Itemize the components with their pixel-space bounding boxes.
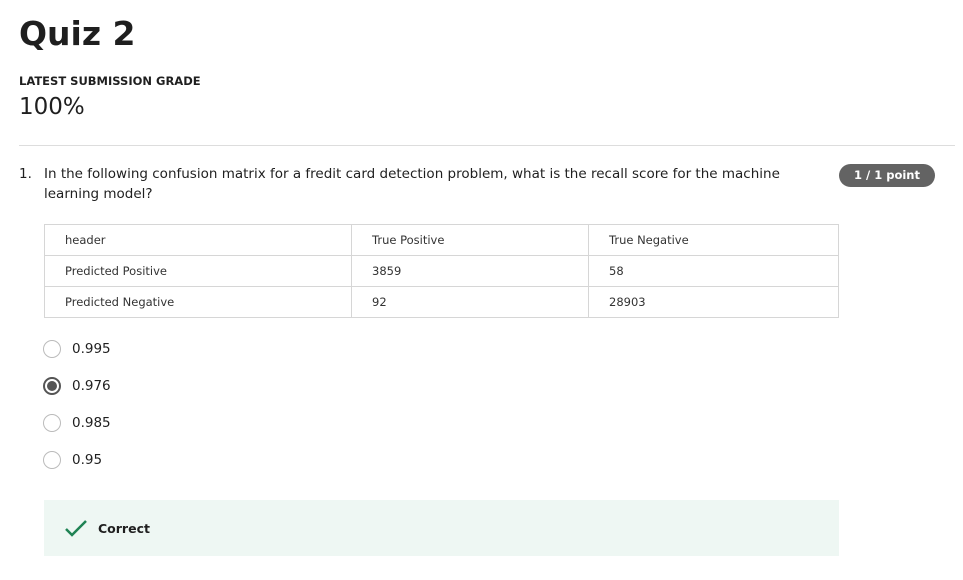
option-2[interactable]: 0.985	[43, 414, 111, 432]
option-1[interactable]: 0.976	[43, 377, 111, 395]
option-label: 0.95	[72, 452, 103, 468]
radio-button[interactable]	[43, 340, 61, 358]
radio-button[interactable]	[43, 414, 61, 432]
question-text: In the following confusion matrix for a …	[44, 166, 780, 202]
grade-label: LATEST SUBMISSION GRADE	[19, 74, 201, 88]
table-cell: 92	[351, 286, 589, 318]
grade-value: 100%	[19, 94, 85, 120]
table-cell: True Negative	[588, 224, 839, 256]
radio-button-selected[interactable]	[43, 377, 61, 395]
checkmark-icon	[65, 520, 87, 537]
radio-button[interactable]	[43, 451, 61, 469]
confusion-matrix-table: header True Positive True Negative Predi…	[44, 224, 839, 318]
table-row: header True Positive True Negative	[44, 224, 839, 256]
table-cell: True Positive	[351, 224, 589, 256]
points-badge: 1 / 1 point	[839, 164, 935, 187]
table-cell: 58	[588, 255, 839, 287]
table-row: Predicted Negative 92 28903	[44, 286, 839, 318]
table-row: Predicted Positive 3859 58	[44, 255, 839, 287]
option-0[interactable]: 0.995	[43, 340, 111, 358]
table-cell: 28903	[588, 286, 839, 318]
feedback-text: Correct	[98, 520, 150, 536]
divider	[19, 145, 955, 146]
option-label: 0.995	[72, 341, 111, 357]
feedback-box: Correct	[44, 500, 839, 556]
page-title: Quiz 2	[19, 14, 136, 53]
table-cell: 3859	[351, 255, 589, 287]
option-label: 0.985	[72, 415, 111, 431]
option-label: 0.976	[72, 378, 111, 394]
option-3[interactable]: 0.95	[43, 451, 102, 469]
table-cell: header	[44, 224, 352, 256]
table-cell: Predicted Positive	[44, 255, 352, 287]
table-cell: Predicted Negative	[44, 286, 352, 318]
question-number: 1.	[19, 166, 32, 182]
